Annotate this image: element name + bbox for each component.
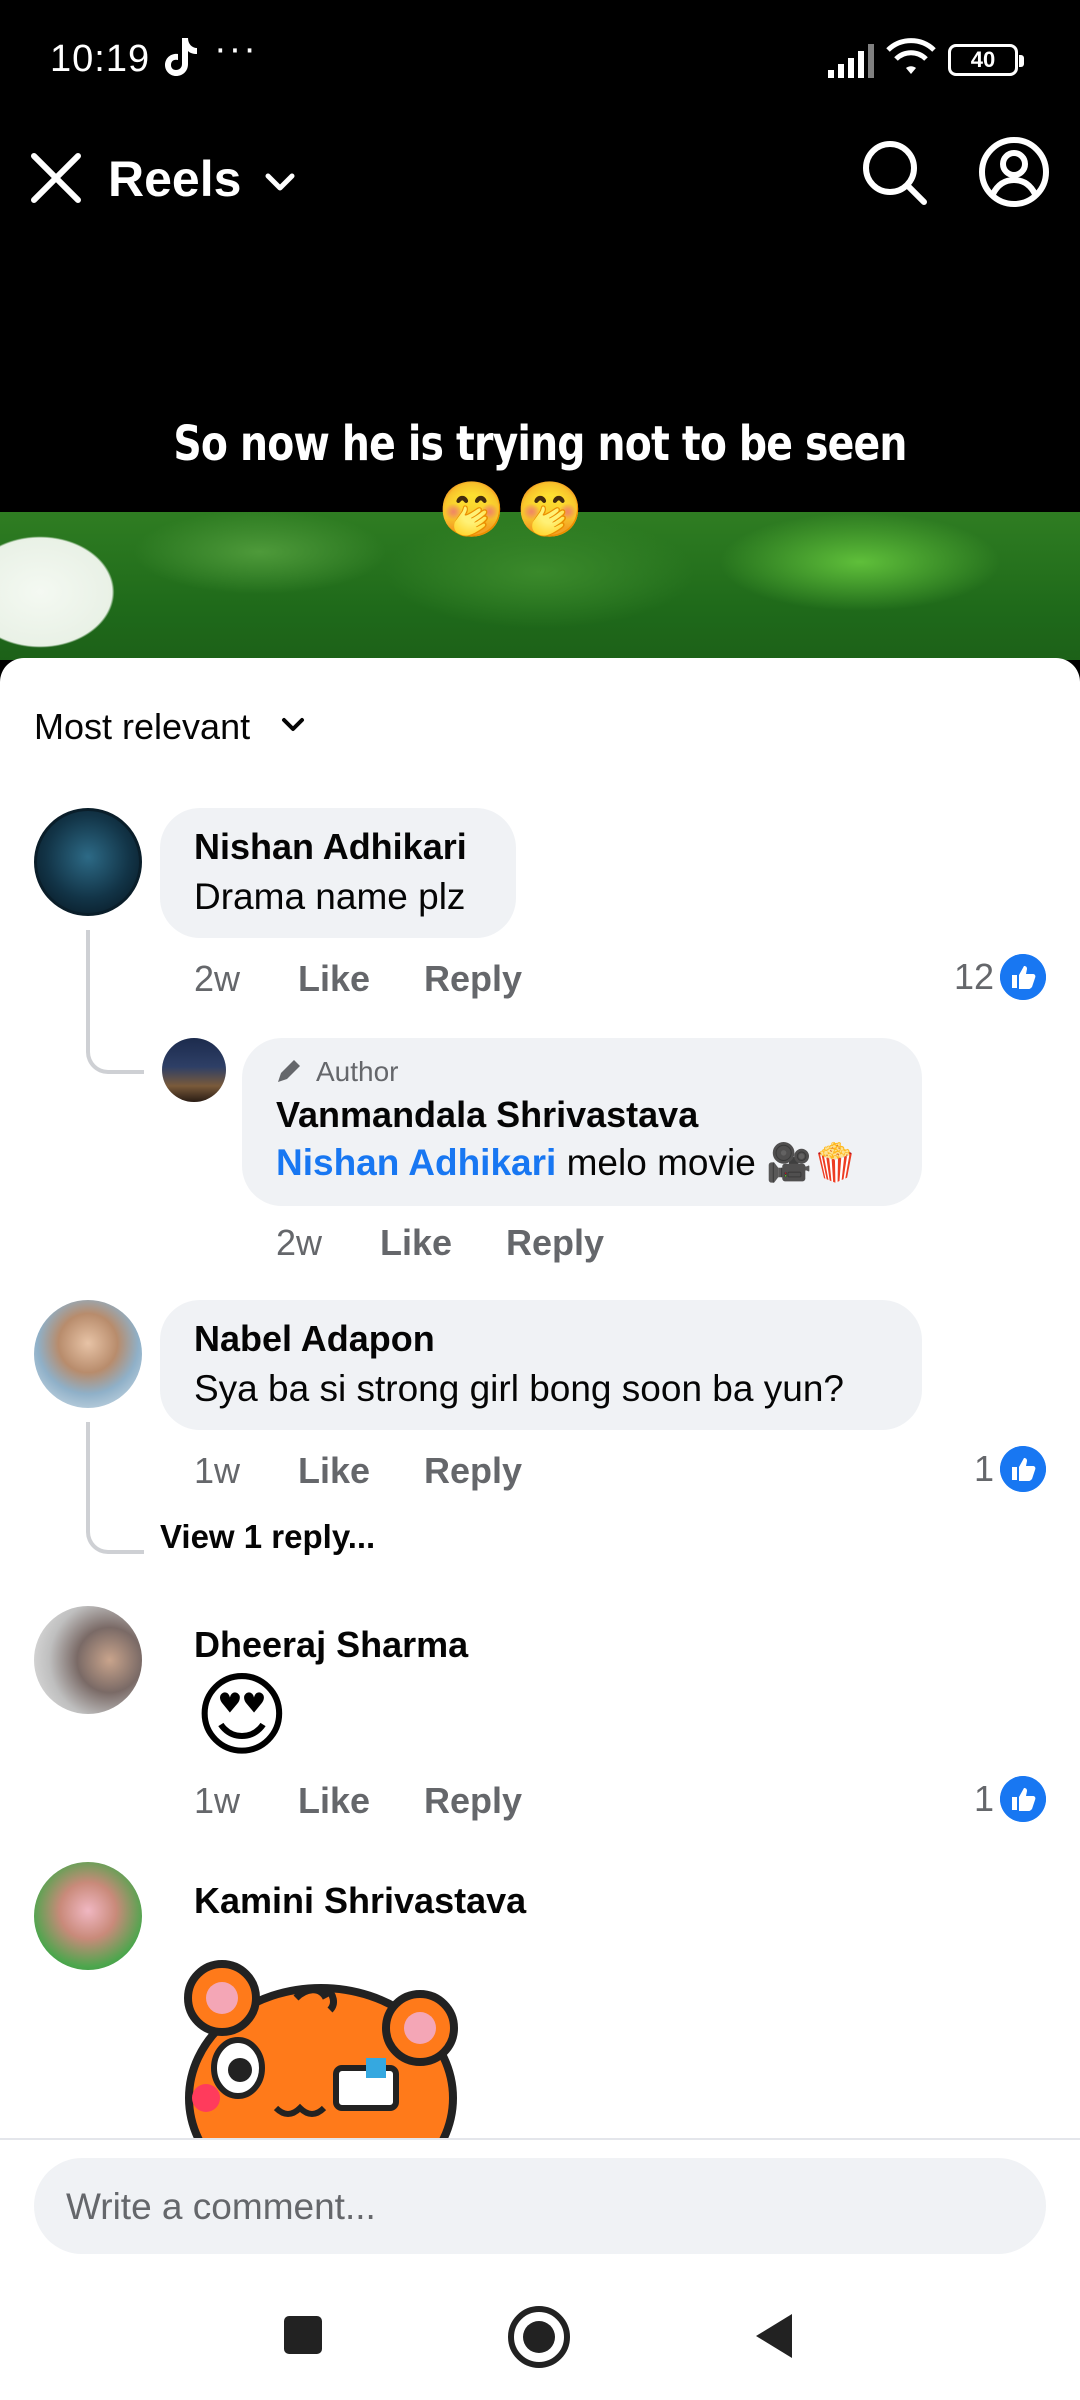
tiktok-icon — [165, 38, 197, 76]
recent-apps-button[interactable] — [284, 2316, 322, 2354]
sort-dropdown[interactable]: Most relevant — [34, 706, 250, 748]
search-icon[interactable] — [856, 134, 932, 210]
comment-time: 2w — [194, 958, 241, 999]
avatar[interactable] — [34, 1606, 142, 1714]
avatar[interactable] — [162, 1038, 226, 1102]
reply-button[interactable]: Reply — [424, 1780, 522, 1822]
comment-text: Nishan Adhikari melo movie 🎥🍿 — [276, 1142, 858, 1185]
like-button[interactable]: Like — [298, 1780, 370, 1822]
status-time: 10:19 — [50, 38, 151, 80]
thumbs-up-icon — [1000, 954, 1046, 1000]
battery-icon: 40 — [948, 44, 1024, 76]
like-button[interactable]: Like — [298, 958, 370, 1000]
like-button[interactable]: Like — [298, 1450, 370, 1492]
thread-line — [86, 1422, 144, 1554]
video-caption: So now he is trying not to be seen — [173, 416, 907, 472]
chevron-down-icon[interactable] — [278, 710, 308, 740]
signal-icon — [828, 44, 874, 78]
comment-composer: Write a comment... — [0, 2138, 1080, 2270]
pencil-icon — [278, 1060, 300, 1082]
comment-time: 2w — [276, 1222, 323, 1263]
avatar[interactable] — [34, 1300, 142, 1408]
comments-sheet: Most relevant Nishan Adhikari Drama name… — [0, 658, 1080, 2270]
reply-button[interactable]: Reply — [506, 1222, 604, 1264]
reels-header: Reels — [0, 120, 1080, 240]
wifi-icon — [886, 38, 936, 74]
back-button[interactable] — [756, 2314, 792, 2358]
comment-emoji: 😍 — [194, 1665, 290, 1767]
close-icon[interactable] — [26, 148, 86, 208]
like-count: 1 — [973, 1778, 994, 1819]
battery-level: 40 — [970, 47, 996, 72]
chevron-down-icon[interactable] — [262, 164, 298, 200]
avatar[interactable] — [34, 1862, 142, 1970]
reply-button[interactable]: Reply — [424, 1450, 522, 1492]
like-count: 12 — [953, 956, 994, 997]
page-title[interactable]: Reels — [108, 150, 241, 208]
like-button[interactable]: Like — [380, 1222, 452, 1264]
comment-input[interactable]: Write a comment... — [34, 2158, 1046, 2254]
thumbs-up-icon — [1000, 1446, 1046, 1492]
thread-line — [86, 930, 144, 1074]
comment-time: 1w — [194, 1780, 241, 1821]
tiger-sticker — [184, 1960, 458, 2148]
profile-icon[interactable] — [976, 134, 1052, 210]
comment-text: Sya ba si strong girl bong soon ba yun? — [194, 1368, 844, 1409]
comment-placeholder: Write a comment... — [66, 2186, 376, 2227]
reel-video[interactable]: So now he is trying not to be seen 🤭 🤭 — [0, 240, 1080, 660]
comment-author[interactable]: Nishan Adhikari — [194, 826, 467, 868]
like-count: 1 — [973, 1448, 994, 1489]
comment-author[interactable]: Nabel Adapon — [194, 1318, 435, 1360]
caption-emoji: 🤭 — [438, 480, 506, 540]
status-more-icon: ··· — [214, 28, 258, 70]
comment-author[interactable]: Dheeraj Sharma — [194, 1624, 468, 1666]
system-nav-bar — [0, 2270, 1080, 2400]
comment-author[interactable]: Vanmandala Shrivastava — [276, 1094, 698, 1136]
avatar[interactable] — [34, 808, 142, 916]
reply-text: melo movie 🎥🍿 — [556, 1142, 859, 1183]
thumbs-up-icon — [1000, 1776, 1046, 1822]
reply-button[interactable]: Reply — [424, 958, 522, 1000]
home-button[interactable] — [508, 2306, 570, 2368]
caption-emoji: 🤭 — [516, 480, 584, 540]
mention-link[interactable]: Nishan Adhikari — [276, 1142, 556, 1183]
comment-text: Drama name plz — [194, 876, 466, 917]
comment-author[interactable]: Kamini Shrivastava — [194, 1880, 526, 1922]
author-badge: Author — [316, 1056, 399, 1087]
status-bar: 10:19 ··· 40 — [0, 0, 1080, 120]
view-replies-link[interactable]: View 1 reply... — [160, 1518, 375, 1556]
comment-time: 1w — [194, 1450, 241, 1491]
